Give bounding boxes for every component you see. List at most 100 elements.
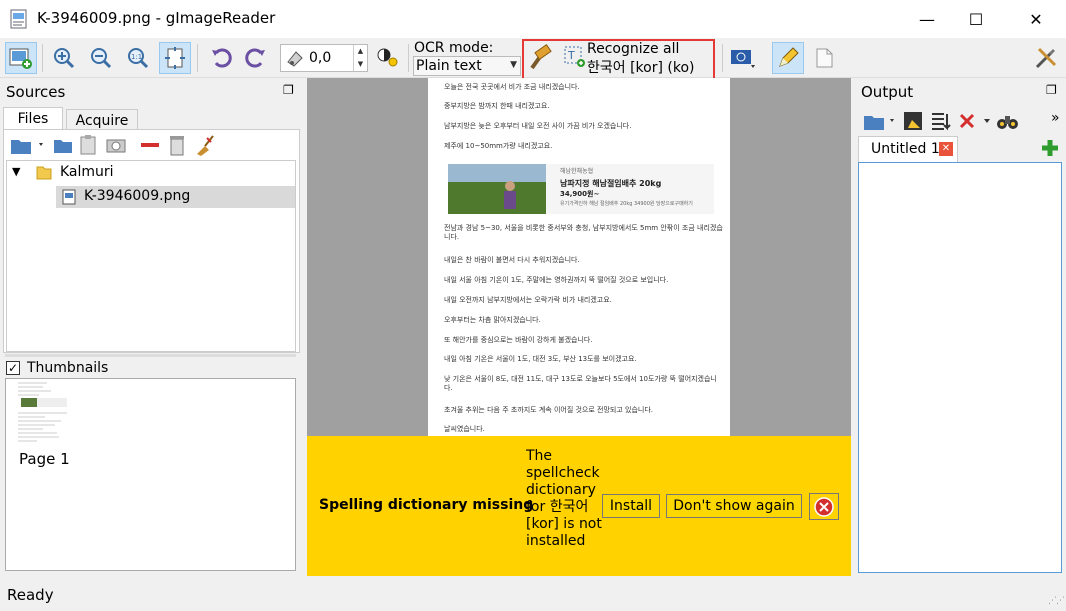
doc-paragraph: 내일 서울 아침 기온이 1도, 주말에는 영하권까지 뚝 떨어질 것으로 보입… [444,276,669,284]
dont-show-again-button[interactable]: Don't show again [666,494,802,518]
undock-icon[interactable]: ❐ [283,83,294,97]
doc-paragraph: 내일은 찬 바람이 불면서 다시 추워지겠습니다. [444,256,580,264]
zoom-out-icon [91,48,112,69]
thumbnails-checkbox[interactable]: ✓ [6,361,20,375]
open-folder-icon [864,116,894,130]
toolbar-separator [722,44,723,72]
pencil-icon [779,47,799,67]
minimize-button[interactable]: — [904,0,950,38]
clear-output-button[interactable] [958,110,994,136]
language-menu-button[interactable] [728,42,758,74]
plus-icon [1042,140,1058,156]
rotation-spinbox[interactable]: 0,0 ▲ ▼ [280,44,368,72]
clear-x-icon [959,113,990,129]
trash-icon [170,136,184,156]
recognize-language-label[interactable]: 한국어 [kor] (ko) [587,57,695,77]
doc-paragraph: 낮 기온은 서울이 8도, 대전 11도, 대구 13도로 오늘보다 5도에서 … [444,375,717,392]
screenshot-button[interactable] [105,134,127,160]
document-output-button[interactable] [808,42,840,74]
ocr-mode-value: Plain text [416,58,482,74]
infobar-title: Spelling dictionary missing [319,497,534,513]
undock-icon[interactable]: ❐ [1046,83,1057,97]
clipboard-icon [80,135,96,155]
output-text-area[interactable] [858,162,1062,573]
new-output-tab-button[interactable] [1040,138,1060,162]
zoom-out-button[interactable] [85,42,117,74]
open-output-button[interactable] [862,110,900,136]
install-button[interactable]: Install [602,494,660,518]
close-icon [814,496,834,517]
zoom-original-icon: 1:1 [128,48,149,69]
document-page[interactable]: 오늘은 전국 곳곳에서 비가 조금 내리겠습니다. 중부지방은 밤까지 한때 내… [428,78,730,436]
recognize-label[interactable]: Recognize all [587,41,679,57]
maximize-button[interactable]: ☐ [953,0,999,38]
sources-header: Sources [6,83,66,101]
rotate-right-button[interactable] [240,42,272,74]
broom-icon [197,135,214,156]
zoom-fit-button[interactable] [159,42,191,74]
page-thumbnail-label: Page 1 [19,450,70,468]
tree-item-file[interactable]: K-3946009.png [84,188,190,204]
output-tab-label: Untitled 1 [871,141,940,157]
tab-untitled-1[interactable]: Untitled 1 ✕ [858,136,958,162]
resize-grip-icon[interactable]: ⋰⋰ [1048,596,1065,606]
overflow-icon[interactable]: » [1051,110,1060,126]
close-tab-icon[interactable]: ✕ [939,142,953,156]
save-icon [904,112,922,130]
save-output-button[interactable] [902,110,924,136]
close-button[interactable]: ✕ [1013,0,1059,38]
doc-advertisement: 해남한채농협 남파지정 해남절임배추 20kg 34,900원~ 유기가격인하 … [448,164,714,214]
image-file-icon [62,189,76,209]
page-thumbnail[interactable] [17,381,69,443]
remove-button[interactable] [139,134,161,160]
camera-icon [106,139,126,153]
doc-paragraph: 초겨울 추위는 다음 주 초까지도 계속 이어질 것으로 전망되고 있습니다. [444,406,654,414]
settings-button[interactable] [1030,42,1062,74]
open-file-button[interactable] [9,134,47,160]
panel-splitter[interactable] [5,354,296,357]
folder-icon [54,140,72,153]
chevron-down-icon[interactable]: ▼ [12,165,20,178]
ad-description: 유기가격인하 해남 절임배추 20kg 34900원 당장으로구매하기 [560,201,693,207]
zoom-in-icon [54,48,75,69]
status-bar: Ready [0,580,1066,611]
rotation-value[interactable]: 0,0 [309,50,331,66]
chevron-down-icon: ▼ [510,60,517,70]
doc-paragraph: 오늘은 전국 곳곳에서 비가 조금 내리겠습니다. [444,83,580,91]
hocr-edit-button[interactable] [772,42,804,74]
delete-button[interactable] [166,134,188,160]
svg-text:1:1: 1:1 [131,53,142,61]
folder-icon [36,164,52,184]
doc-paragraph: 전남과 경남 5~30, 서울을 비롯한 중서부와 충청, 남부지방에서도 5m… [444,224,723,241]
tools-icon [1035,47,1057,69]
doc-paragraph: 남부지방은 늦은 오후부터 내일 오전 사이 가끔 비가 오겠습니다. [444,122,632,130]
append-output-button[interactable] [930,110,952,136]
brightness-contrast-icon [377,48,398,67]
add-folder-button[interactable] [52,134,74,160]
doc-paragraph: 또 해안가를 중심으로는 바람이 강하게 불겠습니다. [444,336,593,344]
spin-arrows[interactable]: ▲ ▼ [353,45,367,71]
toggle-sources-button[interactable] [5,42,37,74]
autodetect-layout-icon [528,44,554,76]
sort-lines-icon [932,113,951,131]
zoom-original-button[interactable]: 1:1 [122,42,154,74]
ocr-mode-select[interactable]: Plain text ▼ [413,56,521,76]
ad-shop: 해남한채농협 [560,168,594,175]
language-flag-icon [731,50,755,68]
tab-files[interactable]: Files [3,107,63,130]
doc-paragraph: 중부지방은 밤까지 한때 내리겠고요. [444,102,550,110]
toolbar-separator [42,44,43,72]
image-add-icon [9,48,32,69]
zoom-in-button[interactable] [48,42,80,74]
window-title: K-3946009.png - gImageReader [37,9,276,27]
rotate-left-button[interactable] [205,42,237,74]
paste-button[interactable] [78,134,100,160]
clear-button[interactable] [193,134,215,160]
find-replace-button[interactable] [996,110,1020,136]
infobar-close-button[interactable] [809,493,839,520]
tree-item-folder[interactable]: Kalmuri [60,164,114,180]
doc-paragraph: 날씨였습니다. [444,425,485,433]
image-controls-button[interactable] [372,42,404,74]
ocr-mode-label: OCR mode: [414,40,494,56]
doc-paragraph: 오후부터는 차츰 맑아지겠습니다. [444,316,541,324]
